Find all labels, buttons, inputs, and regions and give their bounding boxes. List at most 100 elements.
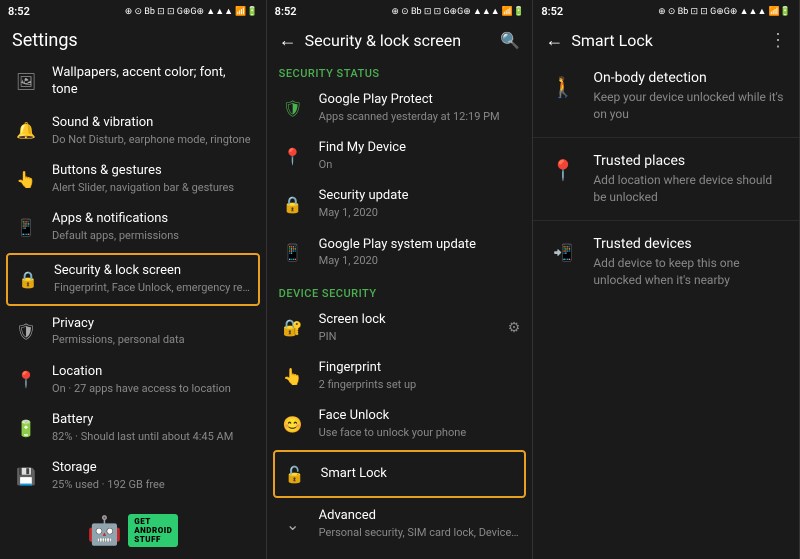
divider-1 — [533, 137, 799, 138]
security-update-text: Security update May 1, 2020 — [319, 188, 521, 220]
security-item-update[interactable]: 🔒 Security update May 1, 2020 — [267, 180, 533, 228]
advanced-text: Advanced Personal security, SIM card loc… — [319, 508, 521, 540]
settings-item-sound[interactable]: 🔔 Sound & vibration Do Not Disturb, earp… — [0, 107, 266, 155]
location-icon: 📍 — [12, 366, 40, 394]
watermark-area: 🤖 GETANDROIDSTUFF — [0, 500, 266, 559]
security-back-button[interactable]: ← — [279, 30, 297, 51]
find-device-subtitle: On — [319, 158, 521, 172]
apps-text: Apps & notifications Default apps, permi… — [52, 211, 254, 243]
security-item-advanced[interactable]: ⌄ Advanced Personal security, SIM card l… — [267, 500, 533, 548]
sound-text: Sound & vibration Do Not Disturb, earpho… — [52, 115, 254, 147]
settings-title: Settings — [12, 30, 78, 51]
smart-lock-header: ← Smart Lock ⋮ — [533, 22, 799, 57]
settings-item-location[interactable]: 📍 Location On · 27 apps have access to l… — [0, 356, 266, 404]
security-item-smart-lock[interactable]: 🔓 Smart Lock — [273, 450, 527, 498]
security-item-play-protect[interactable]: 🛡 Google Play Protect Apps scanned yeste… — [267, 84, 533, 132]
sl-item-trusted-devices[interactable]: 📲 Trusted devices Add device to keep thi… — [533, 223, 799, 301]
security-item-fingerprint[interactable]: 👆 Fingerprint 2 fingerprints set up — [267, 352, 533, 400]
trusted-devices-subtitle: Add device to keep this one unlocked whe… — [593, 255, 785, 289]
trusted-places-text: Trusted places Add location where device… — [593, 152, 785, 206]
on-body-title: On-body detection — [593, 69, 785, 87]
face-unlock-title: Face Unlock — [319, 408, 521, 425]
play-system-icon: 📱 — [279, 239, 307, 267]
wallpapers-icon: 🖼 — [12, 68, 40, 96]
settings-panel: 8:52 ⊕ ⊙ Bb ⊡ ⊡ G⊕G⊕ ▲▲▲ 📶🔋 Settings 🖼 W… — [0, 0, 267, 559]
smart-lock-header-left: ← Smart Lock — [545, 30, 652, 51]
watermark-robot-icon: 🤖 — [87, 514, 122, 547]
face-unlock-text: Face Unlock Use face to unlock your phon… — [319, 408, 521, 440]
fingerprint-text: Fingerprint 2 fingerprints set up — [319, 360, 521, 392]
buttons-subtitle: Alert Slider, navigation bar & gestures — [52, 181, 254, 195]
settings-item-wallpapers[interactable]: 🖼 Wallpapers, accent color; font, tone — [0, 57, 266, 107]
privacy-icon: 🛡 — [12, 318, 40, 346]
settings-item-storage[interactable]: 💾 Storage 25% used · 192 GB free — [0, 452, 266, 500]
security-item-screen-lock[interactable]: 🔐 Screen lock PIN ⚙ — [267, 304, 533, 352]
settings-item-privacy[interactable]: 🛡 Privacy Permissions, personal data — [0, 308, 266, 356]
sl-item-on-body[interactable]: 🚶 On-body detection Keep your device unl… — [533, 57, 799, 135]
smart-lock-title: Smart Lock — [571, 31, 652, 50]
watermark-box: GETANDROIDSTUFF — [128, 514, 178, 547]
smart-lock-text: Smart Lock — [321, 466, 519, 483]
sound-icon: 🔔 — [12, 117, 40, 145]
screen-lock-gear-icon[interactable]: ⚙ — [508, 320, 521, 336]
security-item-find-device[interactable]: 📍 Find My Device On — [267, 132, 533, 180]
sl-item-trusted-places[interactable]: 📍 Trusted places Add location where devi… — [533, 140, 799, 218]
status-bar-2: 8:52 ⊕ ⊙ Bb ⊡ ⊡ G⊕G⊕ ▲▲▲ 📶🔋 — [267, 0, 533, 22]
play-protect-text: Google Play Protect Apps scanned yesterd… — [319, 92, 521, 124]
settings-item-security[interactable]: 🔒 Security & lock screen Fingerprint, Fa… — [6, 253, 260, 305]
status-icons-2: ⊕ ⊙ Bb ⊡ ⊡ G⊕G⊕ ▲▲▲ 📶🔋 — [391, 6, 524, 17]
status-icons-3: ⊕ ⊙ Bb ⊡ ⊡ G⊕G⊕ ▲▲▲ 📶🔋 — [658, 6, 791, 17]
location-subtitle: On · 27 apps have access to location — [52, 382, 254, 396]
trusted-places-subtitle: Add location where device should be unlo… — [593, 172, 785, 206]
security-text: Security & lock screen Fingerprint, Face… — [54, 263, 252, 295]
security-update-icon: 🔒 — [279, 190, 307, 218]
security-header-left: ← Security & lock screen — [279, 30, 461, 51]
smart-lock-list: 🚶 On-body detection Keep your device unl… — [533, 57, 799, 559]
fingerprint-icon: 👆 — [279, 362, 307, 390]
play-system-title: Google Play system update — [319, 237, 521, 254]
screen-lock-title: Screen lock — [319, 312, 500, 329]
notification-icons-1: ⊕ ⊙ Bb ⊡ ⊡ G⊕G⊕ ▲▲▲ 📶🔋 — [125, 6, 258, 17]
storage-title: Storage — [52, 460, 254, 477]
smart-lock-icon: 🔓 — [281, 460, 309, 488]
advanced-subtitle: Personal security, SIM card lock, Device… — [319, 526, 521, 540]
smart-lock-back-button[interactable]: ← — [545, 30, 563, 51]
find-device-title: Find My Device — [319, 140, 521, 157]
fingerprint-subtitle: 2 fingerprints set up — [319, 378, 521, 392]
security-item-face-unlock[interactable]: 😊 Face Unlock Use face to unlock your ph… — [267, 400, 533, 448]
play-protect-subtitle: Apps scanned yesterday at 12:19 PM — [319, 110, 521, 124]
apps-icon: 📱 — [12, 213, 40, 241]
settings-header: Settings — [0, 22, 266, 57]
security-icon: 🔒 — [14, 265, 42, 293]
storage-text: Storage 25% used · 192 GB free — [52, 460, 254, 492]
security-panel: 8:52 ⊕ ⊙ Bb ⊡ ⊡ G⊕G⊕ ▲▲▲ 📶🔋 ← Security &… — [267, 0, 534, 559]
on-body-subtitle: Keep your device unlocked while it's on … — [593, 89, 785, 123]
status-bar-3: 8:52 ⊕ ⊙ Bb ⊡ ⊡ G⊕G⊕ ▲▲▲ 📶🔋 — [533, 0, 799, 22]
smart-lock-more-button[interactable]: ⋮ — [769, 30, 787, 51]
notification-icons-2: ⊕ ⊙ Bb ⊡ ⊡ G⊕G⊕ ▲▲▲ 📶🔋 — [391, 6, 524, 17]
watermark: 🤖 GETANDROIDSTUFF — [87, 514, 178, 547]
screen-lock-icon: 🔐 — [279, 314, 307, 342]
security-search-button[interactable]: 🔍 — [500, 31, 520, 50]
notification-icons-3: ⊕ ⊙ Bb ⊡ ⊡ G⊕G⊕ ▲▲▲ 📶🔋 — [658, 6, 791, 17]
privacy-title: Privacy — [52, 316, 254, 333]
face-unlock-icon: 😊 — [279, 410, 307, 438]
settings-item-apps[interactable]: 📱 Apps & notifications Default apps, per… — [0, 203, 266, 251]
security-update-subtitle: May 1, 2020 — [319, 206, 521, 220]
location-title: Location — [52, 364, 254, 381]
status-bar-1: 8:52 ⊕ ⊙ Bb ⊡ ⊡ G⊕G⊕ ▲▲▲ 📶🔋 — [0, 0, 266, 22]
smart-lock-panel: 8:52 ⊕ ⊙ Bb ⊡ ⊡ G⊕G⊕ ▲▲▲ 📶🔋 ← Smart Lock… — [533, 0, 800, 559]
settings-item-buttons[interactable]: 👆 Buttons & gestures Alert Slider, navig… — [0, 155, 266, 203]
privacy-text: Privacy Permissions, personal data — [52, 316, 254, 348]
wallpapers-text: Wallpapers, accent color; font, tone — [52, 65, 254, 99]
security-title: Security & lock screen — [54, 263, 252, 280]
on-body-icon: 🚶 — [547, 71, 579, 103]
battery-icon: 🔋 — [12, 414, 40, 442]
on-body-text: On-body detection Keep your device unloc… — [593, 69, 785, 123]
settings-item-battery[interactable]: 🔋 Battery 82% · Should last until about … — [0, 404, 266, 452]
security-item-play-system[interactable]: 📱 Google Play system update May 1, 2020 — [267, 229, 533, 277]
settings-list: 🖼 Wallpapers, accent color; font, tone 🔔… — [0, 57, 266, 559]
screen-lock-text: Screen lock PIN — [319, 312, 500, 344]
storage-subtitle: 25% used · 192 GB free — [52, 478, 254, 492]
sound-title: Sound & vibration — [52, 115, 254, 132]
